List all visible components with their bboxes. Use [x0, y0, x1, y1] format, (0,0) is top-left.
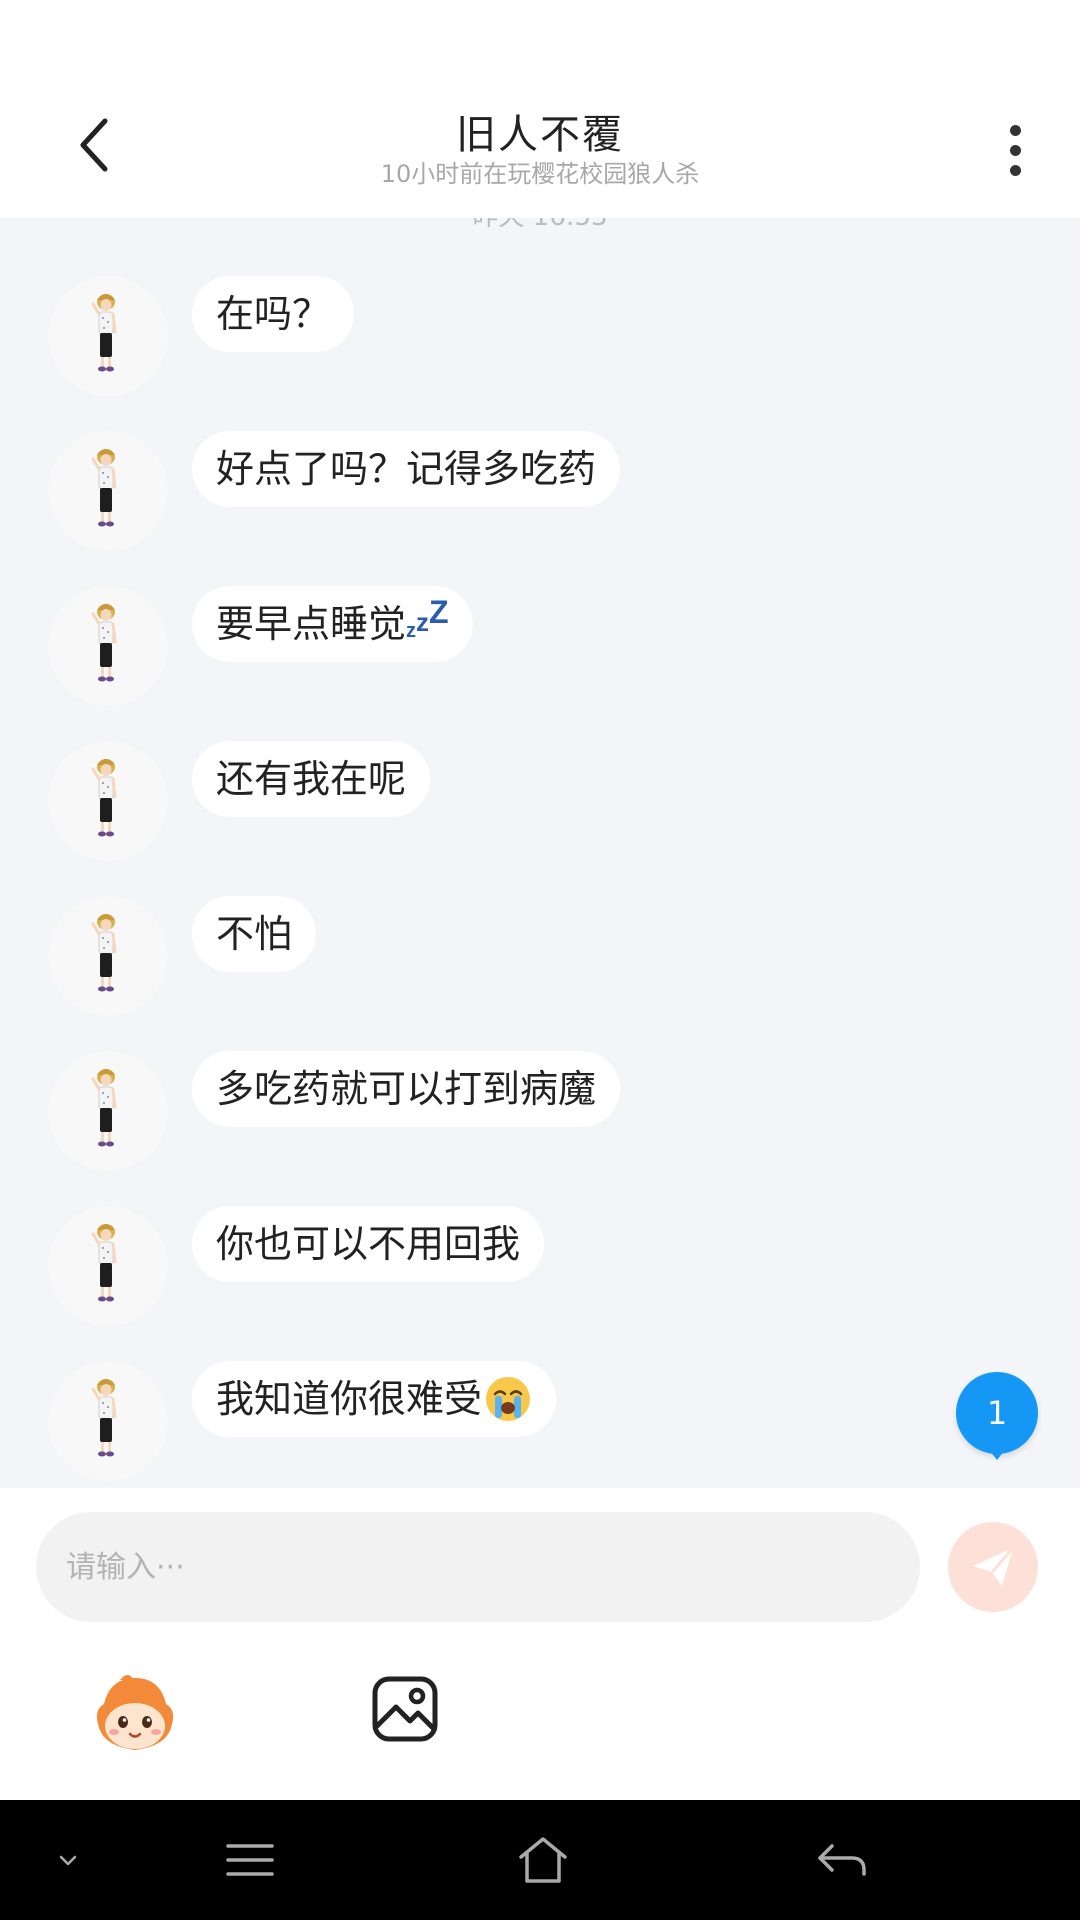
mascot-emoji-icon — [96, 1675, 174, 1750]
message-text: 还有我在呢 — [216, 757, 407, 801]
avatar[interactable] — [48, 431, 168, 551]
character-avatar-icon — [48, 276, 168, 396]
message-bubble[interactable]: 好点了吗？记得多吃药 — [192, 431, 621, 507]
nav-collapse-button[interactable] — [38, 1830, 98, 1890]
message-text: 我知道你很难受 — [216, 1377, 483, 1421]
message-row: 还有我在呢 — [48, 741, 948, 861]
menu-icon — [226, 1844, 274, 1876]
more-options-button[interactable] — [985, 115, 1045, 185]
avatar[interactable] — [48, 896, 168, 1016]
character-avatar-icon — [48, 741, 168, 861]
avatar[interactable] — [48, 1051, 168, 1171]
avatar[interactable] — [48, 741, 168, 861]
message-row: 你也可以不用回我 — [48, 1206, 948, 1326]
message-bubble[interactable]: 你也可以不用回我 — [192, 1206, 545, 1282]
message-text: 不怕 — [216, 912, 293, 956]
message-list[interactable]: 昨天 16:53 在吗？ 好点了吗？记得多吃药 — [0, 218, 1080, 1488]
chevron-down-icon — [59, 1855, 77, 1866]
message-input[interactable] — [36, 1512, 920, 1622]
message-row: 要早点睡觉zzZ — [48, 586, 948, 706]
avatar[interactable] — [48, 1361, 168, 1481]
send-button[interactable] — [948, 1522, 1038, 1612]
composer-panel — [0, 1488, 1080, 1800]
contact-status: 10小时前在玩樱花校园狼人杀 — [380, 160, 700, 188]
message-bubble[interactable]: 我知道你很难受 — [192, 1361, 557, 1437]
unread-count-badge[interactable]: 1 — [956, 1372, 1038, 1460]
character-avatar-icon — [48, 431, 168, 551]
message-row: 好点了吗？记得多吃药 — [48, 431, 948, 551]
message-timestamp: 昨天 16:53 — [0, 218, 1080, 233]
image-icon — [372, 1676, 438, 1742]
character-avatar-icon — [48, 1361, 168, 1481]
message-text: 在吗？ — [216, 292, 331, 336]
chat-screen: 旧人不覆 10小时前在玩樱花校园狼人杀 昨天 16:53 在吗？ — [0, 0, 1080, 1920]
home-icon — [519, 1837, 567, 1883]
message-bubble[interactable]: 多吃药就可以打到病魔 — [192, 1051, 621, 1127]
character-avatar-icon — [48, 586, 168, 706]
message-bubble[interactable]: 要早点睡觉zzZ — [192, 586, 473, 662]
message-row: 不怕 — [48, 896, 948, 1016]
message-bubble[interactable]: 还有我在呢 — [192, 741, 431, 817]
message-text: 多吃药就可以打到病魔 — [216, 1067, 597, 1111]
emoji-panel-button[interactable] — [90, 1670, 180, 1760]
message-bubble[interactable]: 不怕 — [192, 896, 317, 972]
zzz-emoji-icon: zzZ — [406, 594, 449, 642]
more-vertical-icon — [1009, 124, 1021, 136]
nav-menu-button[interactable] — [220, 1830, 280, 1890]
message-bubble[interactable]: 在吗？ — [192, 276, 355, 352]
nav-home-button[interactable] — [513, 1830, 573, 1890]
message-row: 我知道你很难受 — [48, 1361, 948, 1481]
avatar[interactable] — [48, 1206, 168, 1326]
system-nav-bar — [0, 1800, 1080, 1920]
message-text: 好点了吗？记得多吃药 — [216, 447, 597, 491]
avatar[interactable] — [48, 586, 168, 706]
paper-plane-icon — [973, 1547, 1015, 1586]
message-text: 你也可以不用回我 — [216, 1222, 521, 1266]
nav-back-button[interactable] — [812, 1830, 872, 1890]
character-avatar-icon — [48, 1051, 168, 1171]
chat-header: 旧人不覆 10小时前在玩樱花校园狼人杀 — [0, 0, 1080, 218]
loudly-crying-face-icon — [486, 1376, 531, 1421]
message-row: 多吃药就可以打到病魔 — [48, 1051, 948, 1171]
contact-name: 旧人不覆 — [456, 112, 624, 158]
character-avatar-icon — [48, 896, 168, 1016]
avatar[interactable] — [48, 276, 168, 396]
character-avatar-icon — [48, 1206, 168, 1326]
message-row: 在吗？ — [48, 276, 948, 396]
back-arrow-icon — [818, 1844, 866, 1876]
image-picker-button[interactable] — [370, 1674, 440, 1744]
message-text: 要早点睡觉 — [216, 602, 407, 646]
